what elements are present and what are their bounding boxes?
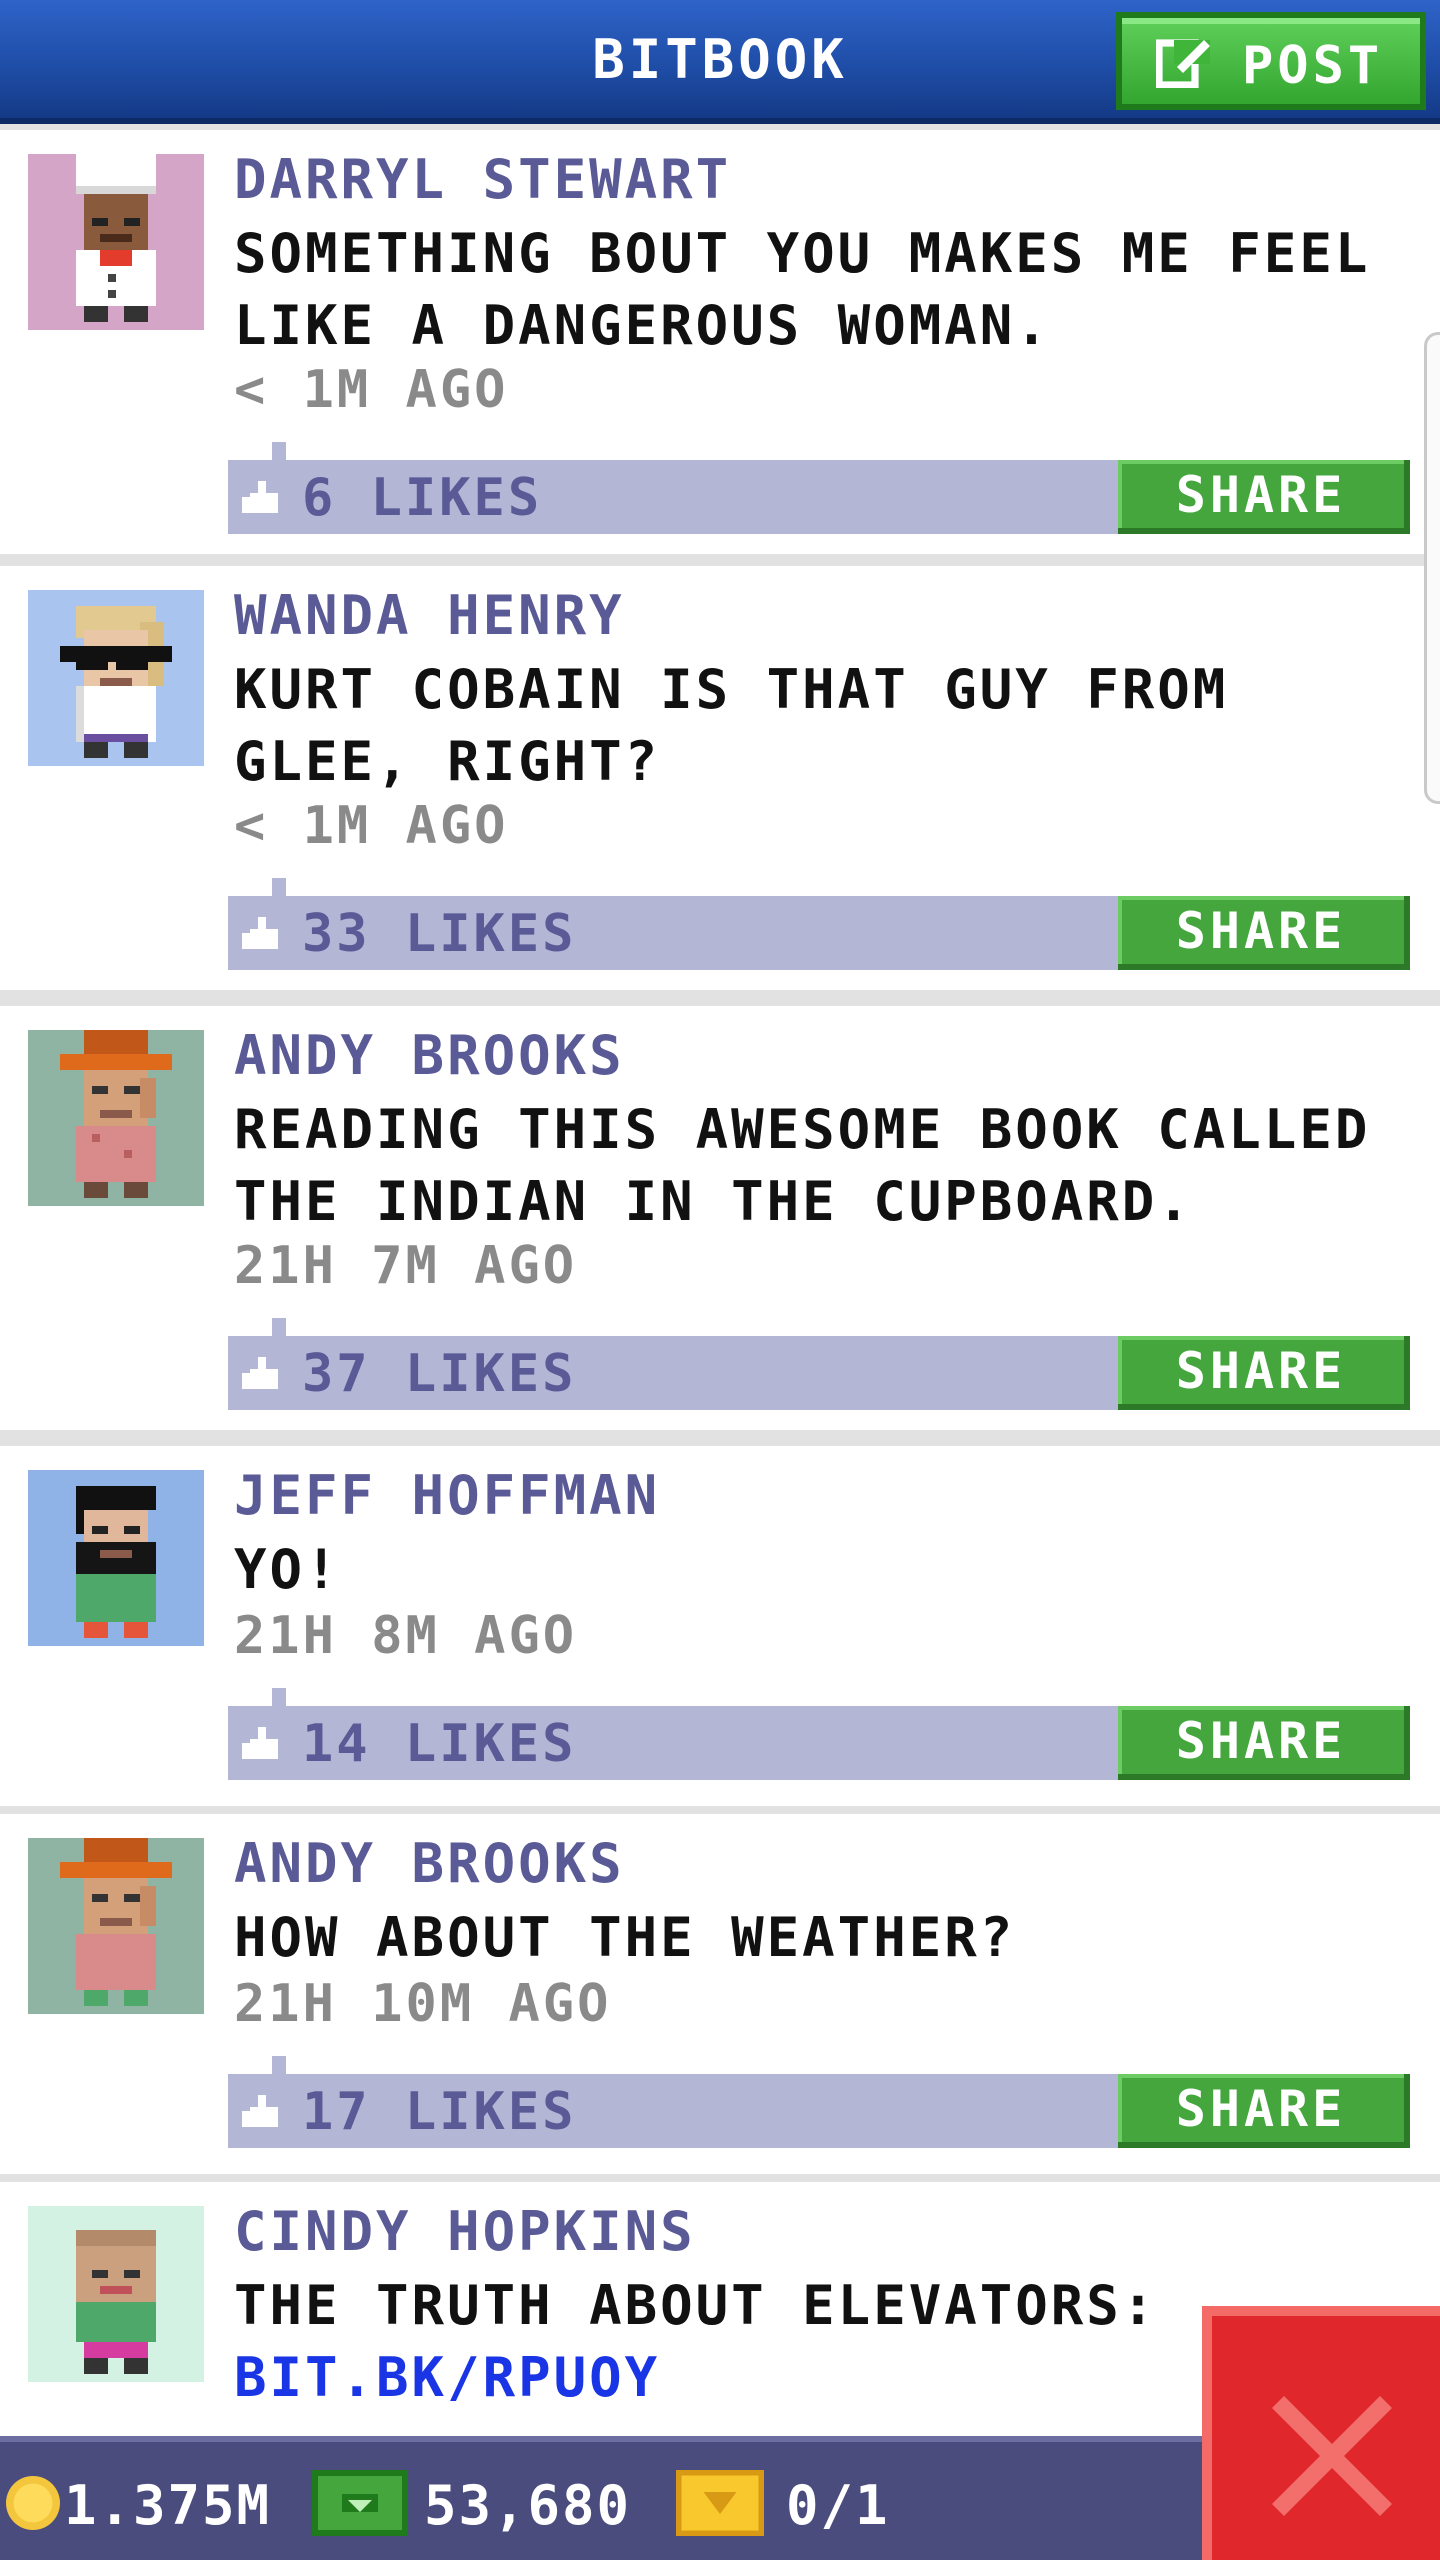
- post-author[interactable]: WANDA HENRY: [234, 584, 625, 647]
- feed-post: WANDA HENRY KURT COBAIN IS THAT GUY FROM…: [0, 566, 1440, 990]
- post-message: HOW ABOUT THE WEATHER?: [234, 1906, 1016, 1969]
- orange-hat-avatar-icon[interactable]: [28, 1030, 204, 1206]
- post-message: YO!: [234, 1538, 341, 1601]
- share-button[interactable]: SHARE: [1118, 460, 1410, 534]
- avatar-image: [28, 590, 204, 766]
- like-count: 14 LIKES: [302, 1714, 577, 1774]
- avatar-image: [28, 1470, 204, 1646]
- post-timestamp: < 1M AGO: [234, 360, 509, 420]
- post-message: READING THIS AWESOME BOOK CALLED THE IND…: [234, 1098, 1371, 1233]
- post-author[interactable]: JEFF HOFFMAN: [234, 1464, 660, 1527]
- feed-post: ANDY BROOKS HOW ABOUT THE WEATHER? 21H 1…: [0, 1814, 1440, 2174]
- post-author[interactable]: DARRYL STEWART: [234, 148, 731, 211]
- post-timestamp: 21H 7M AGO: [234, 1236, 578, 1296]
- thumbs-up-icon: [242, 917, 278, 949]
- share-button[interactable]: SHARE: [1118, 2074, 1410, 2148]
- thumbs-up-icon: [242, 1727, 278, 1759]
- avatar-image: [28, 2206, 204, 2382]
- share-button[interactable]: SHARE: [1118, 896, 1410, 970]
- share-button[interactable]: SHARE: [1118, 1706, 1410, 1780]
- post-button[interactable]: POST: [1116, 12, 1426, 110]
- cindy-avatar-icon[interactable]: [28, 2206, 204, 2382]
- avatar-image: [28, 1030, 204, 1206]
- thumbs-up-icon: [242, 2095, 278, 2127]
- tickets-value: 0/1: [786, 2474, 890, 2537]
- post-timestamp: 21H 8M AGO: [234, 1606, 578, 1666]
- like-bar[interactable]: 37 LIKES SHARE: [228, 1318, 1410, 1410]
- share-button[interactable]: SHARE: [1118, 1336, 1410, 1410]
- post-message: KURT COBAIN IS THAT GUY FROM GLEE, RIGHT…: [234, 658, 1229, 793]
- like-count: 33 LIKES: [302, 904, 577, 964]
- like-bar[interactable]: 14 LIKES SHARE: [228, 1688, 1410, 1780]
- post-message: SOMETHING BOUT YOU MAKES ME FEEL LIKE A …: [234, 222, 1371, 357]
- coin-icon: [6, 2476, 60, 2530]
- sunglasses-avatar-icon[interactable]: [28, 590, 204, 766]
- chef-avatar-icon[interactable]: [28, 154, 204, 330]
- bux-value: 53,680: [424, 2474, 632, 2537]
- like-count: 37 LIKES: [302, 1344, 577, 1404]
- orange-hat-avatar-icon[interactable]: [28, 1838, 204, 2014]
- post-button-label: POST: [1242, 36, 1384, 96]
- scroll-indicator[interactable]: [1424, 332, 1440, 804]
- feed-post: DARRYL STEWART SOMETHING BOUT YOU MAKES …: [0, 130, 1440, 554]
- like-bar[interactable]: 6 LIKES SHARE: [228, 442, 1410, 534]
- coins-value: 1.375M: [64, 2474, 272, 2537]
- post-timestamp: < 1M AGO: [234, 796, 509, 856]
- compose-icon: [1156, 39, 1210, 88]
- like-bar[interactable]: 33 LIKES SHARE: [228, 878, 1410, 970]
- feed-post: JEFF HOFFMAN YO! 21H 8M AGO 14 LIKES SHA…: [0, 1446, 1440, 1806]
- post-author[interactable]: ANDY BROOKS: [234, 1832, 625, 1895]
- ticket-icon: [676, 2470, 764, 2536]
- like-count: 6 LIKES: [302, 468, 543, 528]
- thumbs-up-icon: [242, 481, 278, 513]
- avatar-image: [28, 154, 204, 330]
- like-count: 17 LIKES: [302, 2082, 577, 2142]
- bearded-avatar-icon[interactable]: [28, 1470, 204, 1646]
- thumbs-up-icon: [242, 1357, 278, 1389]
- close-icon: [1272, 2396, 1392, 2516]
- post-timestamp: 21H 10M AGO: [234, 1974, 612, 2034]
- app-header: BITBOOK POST: [0, 0, 1440, 124]
- feed-post: ANDY BROOKS READING THIS AWESOME BOOK CA…: [0, 1006, 1440, 1430]
- post-author[interactable]: ANDY BROOKS: [234, 1024, 625, 1087]
- avatar-image: [28, 1838, 204, 2014]
- bux-icon: [312, 2470, 408, 2536]
- post-author[interactable]: CINDY HOPKINS: [234, 2200, 696, 2263]
- like-bar[interactable]: 17 LIKES SHARE: [228, 2056, 1410, 2148]
- close-button[interactable]: [1202, 2306, 1440, 2560]
